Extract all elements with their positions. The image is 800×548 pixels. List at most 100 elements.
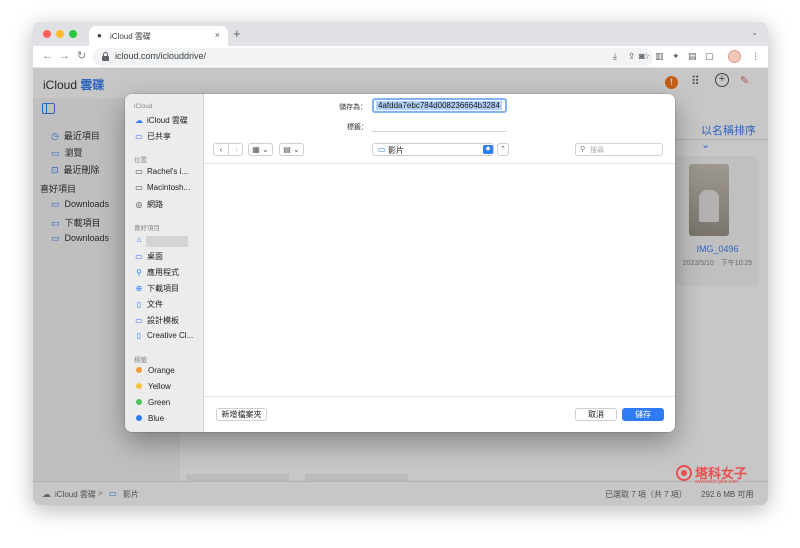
sidebar-section-icloud: iCloud xyxy=(134,103,153,110)
more-menu-icon[interactable]: ⋮ xyxy=(751,51,760,62)
browser-tab[interactable]: ● iCloud 雲碟 × xyxy=(89,26,228,46)
chevron-down-icon[interactable]: ⌄ xyxy=(751,28,758,37)
close-window-button[interactable] xyxy=(43,30,51,38)
tag-dot-icon xyxy=(136,383,142,389)
folder-icon: ▭ xyxy=(378,145,386,154)
divider xyxy=(204,396,675,397)
share-icon[interactable]: ⇪ xyxy=(628,51,636,62)
sidebar-item-label: Rachel's i... xyxy=(147,167,189,176)
save-button[interactable]: 儲存 xyxy=(622,408,664,421)
forward-icon[interactable]: → xyxy=(59,50,70,62)
sidebar-section-locations: 位置 xyxy=(134,157,147,164)
chevron-up-icon[interactable]: ⌃ xyxy=(497,143,509,156)
sidebar-tag-blue[interactable]: Blue xyxy=(134,414,202,423)
sidebar-item-laptop[interactable]: ▭ Rachel's i... xyxy=(134,167,202,176)
sidebar-item-macintosh[interactable]: ▭ Macintosh... xyxy=(134,183,202,192)
sidebar-item-label: Yellow xyxy=(148,382,171,391)
tab-title: iCloud 雲碟 xyxy=(110,32,151,41)
address-bar[interactable]: icloud.com/iclouddrive/ ⤓ ⇪ ☆ xyxy=(93,48,653,66)
location-folder-name: 影片 xyxy=(388,146,404,155)
zoom-window-button[interactable] xyxy=(69,30,77,38)
search-input[interactable] xyxy=(590,145,660,155)
tab-bar: ● iCloud 雲碟 × + ⌄ xyxy=(33,22,768,46)
redacted-label xyxy=(146,236,188,247)
nav-segment: ‹ › xyxy=(213,143,243,156)
sidebar-item-applications[interactable]: ⚲ 應用程式 xyxy=(134,267,202,278)
tags-label: 標籤： xyxy=(347,124,368,131)
new-tab-button[interactable]: + xyxy=(233,27,241,41)
profile-avatar[interactable] xyxy=(728,50,741,63)
laptop-icon: ▭ xyxy=(135,167,143,176)
icloud-drive-icon: ☁ xyxy=(135,116,143,125)
media-icon[interactable]: ▤ xyxy=(688,51,697,62)
sidebar-tag-orange[interactable]: Orange xyxy=(134,366,202,375)
save-as-field[interactable]: 4afdda7ebc784d008236664b3284 xyxy=(372,98,507,113)
download-icon[interactable]: ⤓ xyxy=(613,51,617,62)
sidebar-item-design-templates[interactable]: ▭ 設計模板 xyxy=(134,315,202,326)
document-icon: ▯ xyxy=(136,331,142,340)
sidebar-tag-yellow[interactable]: Yellow xyxy=(134,382,202,391)
search-icon: ⚲ xyxy=(580,146,586,153)
dialog-main: 儲存為： 4afdda7ebc784d008236664b3284 標籤： ‹ … xyxy=(204,94,675,432)
save-as-label: 儲存為： xyxy=(339,104,367,111)
reload-icon[interactable]: ↻ xyxy=(77,50,86,62)
popup-stepper-icon: ◆ xyxy=(483,145,493,154)
view-mode-button[interactable]: ▦ ⌄ xyxy=(248,143,273,156)
back-icon[interactable]: ← xyxy=(42,50,53,62)
camera-icon[interactable]: ◙ xyxy=(639,51,644,62)
file-browser-area[interactable] xyxy=(204,164,675,396)
location-popup[interactable]: ▭ 影片 ◆ xyxy=(372,143,494,156)
sidebar-item-desktop[interactable]: ▭ 桌面 xyxy=(134,251,202,262)
sidebar-item-shared[interactable]: ▭ 已共享 xyxy=(134,131,202,142)
download-icon: ⊕ xyxy=(135,284,143,293)
back-button[interactable]: ‹ xyxy=(214,144,229,155)
sidebar-item-documents[interactable]: ▯ 文件 xyxy=(134,299,202,310)
sidebar-item-icloud-drive[interactable]: ☁ iCloud 雲碟 xyxy=(134,115,202,126)
stage: ● iCloud 雲碟 × + ⌄ ← → ↻ icloud.com/iclou… xyxy=(0,0,800,548)
minimize-window-button[interactable] xyxy=(56,30,64,38)
url-text[interactable]: icloud.com/iclouddrive/ xyxy=(115,51,206,61)
apple-icon: ● xyxy=(97,31,102,40)
sidebar-section-favorites: 喜好項目 xyxy=(134,225,160,232)
sidebar-item-network[interactable]: ◎ 網路 xyxy=(134,199,202,210)
extension-icon[interactable]: ▥ xyxy=(655,51,664,62)
window-icon[interactable]: ▢ xyxy=(705,51,714,62)
lock-icon xyxy=(102,52,109,61)
search-field[interactable]: ⚲ xyxy=(575,143,663,156)
sidebar-item-label: 應用程式 xyxy=(147,268,179,277)
sidebar-item-label: 網路 xyxy=(147,200,163,209)
watermark-subtext: www.tech-girlz.com xyxy=(695,479,739,485)
folder-icon: ▭ xyxy=(135,316,143,325)
sidebar-item-label: 文件 xyxy=(147,300,163,309)
watermark: 塔科女子 www.tech-girlz.com xyxy=(676,463,756,487)
cancel-button[interactable]: 取消 xyxy=(575,408,617,421)
sidebar-section-tags: 標籤 xyxy=(134,357,147,364)
home-icon: ⌂ xyxy=(136,235,142,244)
group-mode-button[interactable]: ▤ ⌄ xyxy=(279,143,304,156)
tags-field[interactable] xyxy=(372,120,507,132)
disk-icon: ▭ xyxy=(135,183,143,192)
sidebar-item-label: Creative Cl... xyxy=(147,331,194,340)
watermark-logo-icon xyxy=(676,465,692,481)
sidebar-item-label: Green xyxy=(148,398,171,407)
save-dialog: iCloud ☁ iCloud 雲碟 ▭ 已共享 位置 ▭ Rachel's i...… xyxy=(125,94,675,432)
save-as-value[interactable]: 4afdda7ebc784d008236664b3284 xyxy=(376,101,502,110)
network-icon: ◎ xyxy=(135,200,143,209)
sidebar-tag-green[interactable]: Green xyxy=(134,398,202,407)
document-icon: ▯ xyxy=(136,300,142,309)
dialog-sidebar: iCloud ☁ iCloud 雲碟 ▭ 已共享 位置 ▭ Rachel's i...… xyxy=(125,94,204,432)
browser-toolbar: ← → ↻ icloud.com/iclouddrive/ ⤓ ⇪ ☆ ◙ ▥ … xyxy=(33,46,768,68)
sidebar-item-downloads[interactable]: ⊕ 下載項目 xyxy=(134,283,202,294)
new-folder-button[interactable]: 新增檔案夾 xyxy=(216,408,267,421)
puzzle-icon[interactable]: ✦ xyxy=(672,51,680,62)
close-tab-icon[interactable]: × xyxy=(215,30,220,40)
sidebar-item-label: iCloud 雲碟 xyxy=(147,116,188,125)
tag-dot-icon xyxy=(136,367,142,373)
sidebar-item-label: Blue xyxy=(148,414,165,423)
forward-button[interactable]: › xyxy=(229,144,244,155)
sidebar-item-label: 下載項目 xyxy=(147,284,179,293)
sidebar-item-creative-cloud[interactable]: ▯ Creative Cl... xyxy=(134,331,202,340)
sidebar-item-label: Macintosh... xyxy=(147,183,191,192)
shared-folder-icon: ▭ xyxy=(135,132,143,141)
sidebar-item-label: 桌面 xyxy=(147,252,163,261)
